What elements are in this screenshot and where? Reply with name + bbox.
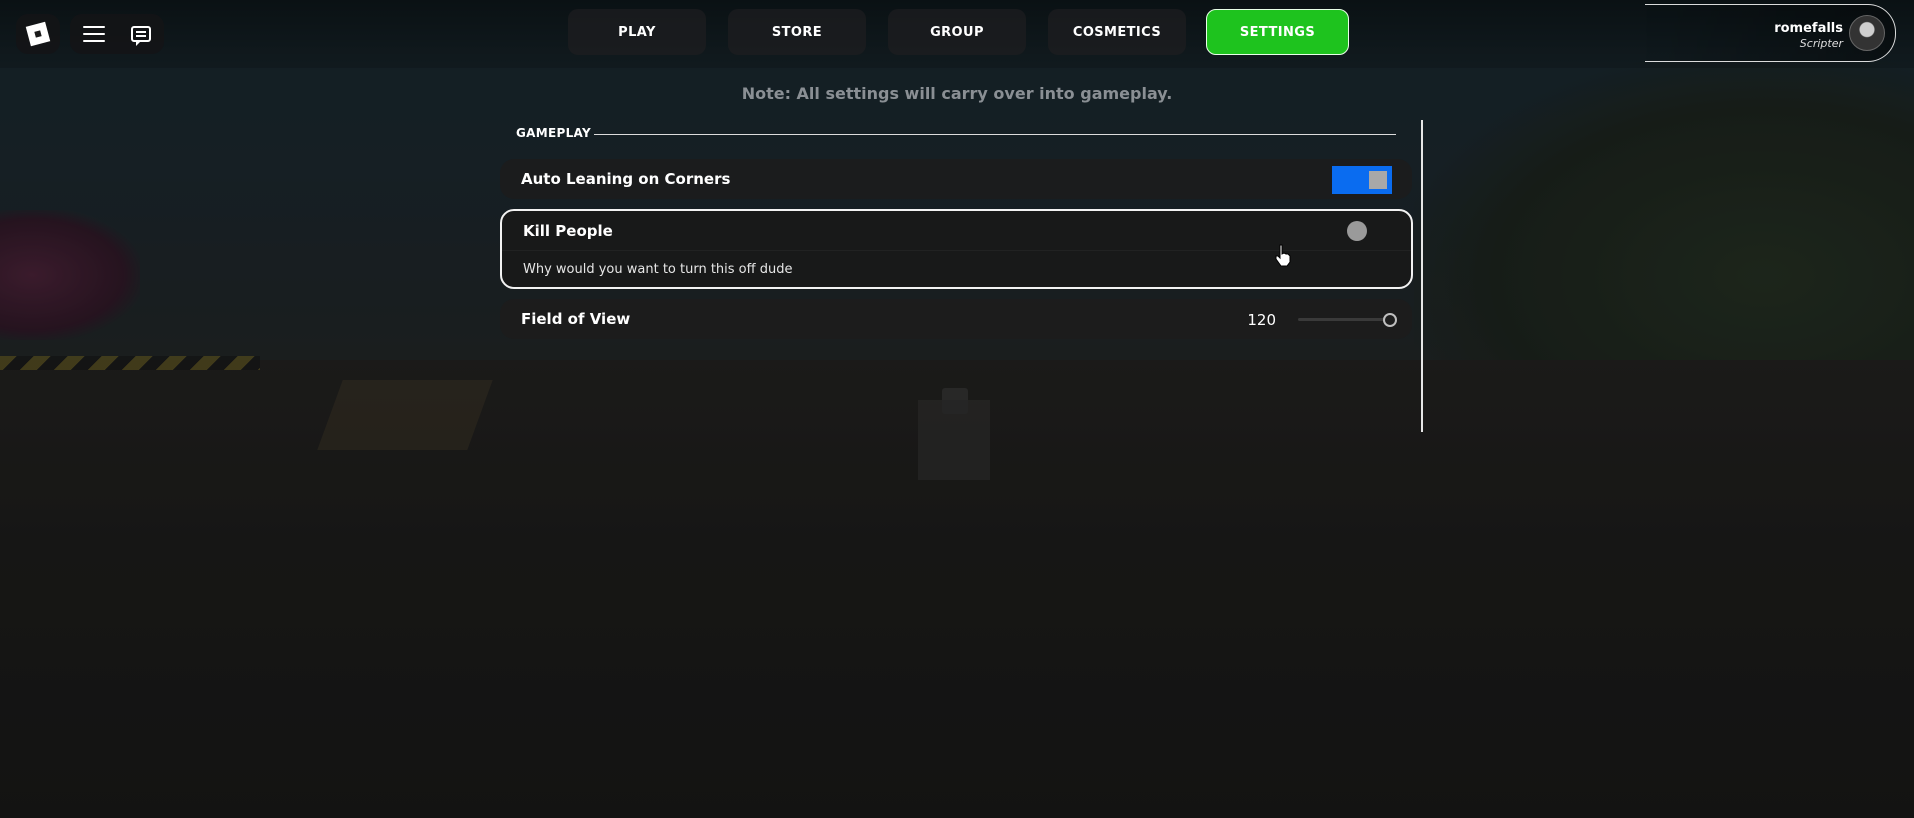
fov-value: 120 (1247, 311, 1276, 329)
dim-overlay (0, 0, 1914, 818)
menu-group (70, 14, 164, 54)
hamburger-menu-icon[interactable] (83, 26, 105, 42)
chat-icon[interactable] (131, 26, 151, 46)
settings-note: Note: All settings will carry over into … (741, 84, 1173, 103)
avatar (1849, 15, 1885, 51)
tab-cosmetics[interactable]: COSMETICS (1048, 9, 1186, 55)
setting-auto-leaning[interactable]: Auto Leaning on Corners (500, 159, 1412, 199)
setting-label: Field of View (521, 310, 631, 328)
username: romefalls (1774, 21, 1843, 36)
section-title-gameplay: GAMEPLAY (516, 126, 591, 140)
tab-store[interactable]: STORE (728, 9, 866, 55)
scrollbar[interactable] (1421, 120, 1423, 432)
setting-label: Auto Leaning on Corners (521, 170, 731, 188)
slider-thumb[interactable] (1383, 313, 1397, 327)
tab-group[interactable]: GROUP (888, 9, 1026, 55)
tab-play[interactable]: PLAY (568, 9, 706, 55)
setting-description: Why would you want to turn this off dude (523, 262, 793, 277)
section-divider (594, 134, 1396, 135)
tab-settings[interactable]: SETTINGS (1206, 9, 1349, 55)
toggle-knob (1369, 171, 1387, 189)
kill-people-toggle[interactable] (1347, 221, 1367, 241)
setting-label: Kill People (523, 222, 613, 240)
cursor-icon (1275, 244, 1291, 267)
roblox-menu-button[interactable] (16, 14, 60, 54)
user-role: Scripter (1799, 37, 1843, 50)
top-bar: PLAY STORE GROUP COSMETICS SETTINGS rome… (0, 0, 1914, 68)
auto-leaning-toggle[interactable] (1332, 166, 1392, 194)
roblox-logo-icon (25, 21, 51, 47)
user-profile[interactable]: romefalls Scripter (1645, 4, 1896, 62)
fov-slider[interactable] (1298, 313, 1397, 327)
game-background (0, 0, 1914, 818)
setting-field-of-view[interactable]: Field of View 120 (500, 299, 1412, 339)
